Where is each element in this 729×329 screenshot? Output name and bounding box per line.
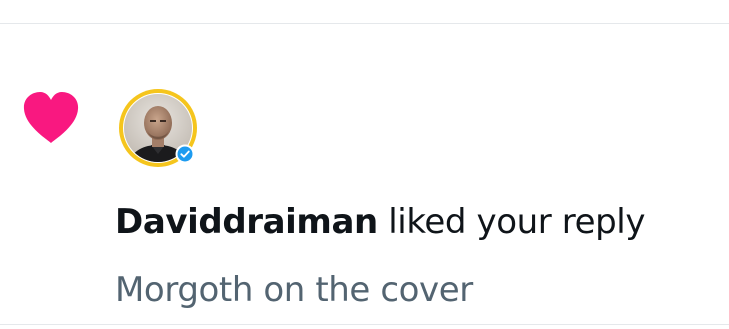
heart-icon xyxy=(23,92,79,143)
notification-text: Daviddraiman liked your reply xyxy=(115,199,645,245)
notifications-page: Daviddraiman liked your reply Morgoth on… xyxy=(0,0,729,329)
divider-bottom xyxy=(0,324,729,325)
verified-badge-icon xyxy=(175,144,195,164)
like-notification[interactable]: Daviddraiman liked your reply Morgoth on… xyxy=(0,24,729,324)
reply-preview-text: Morgoth on the cover xyxy=(115,270,473,310)
username-link[interactable]: Daviddraiman xyxy=(115,202,378,242)
action-text: liked your reply xyxy=(388,202,646,242)
